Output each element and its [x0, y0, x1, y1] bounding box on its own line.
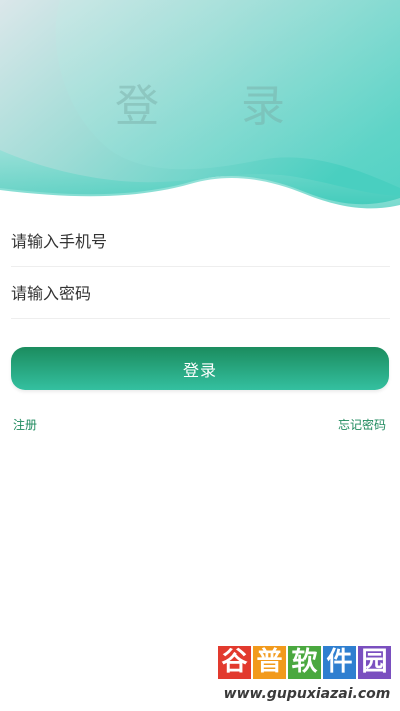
watermark-char: 谷 — [218, 646, 251, 679]
site-watermark: 谷 普 软 件 园 www.gupuxiazai.com — [218, 646, 396, 706]
header-banner: 登 录 — [0, 0, 400, 212]
watermark-char: 普 — [253, 646, 286, 679]
phone-input[interactable] — [11, 216, 390, 266]
phone-field[interactable] — [11, 216, 390, 267]
watermark-char: 园 — [358, 646, 391, 679]
watermark-char: 软 — [288, 646, 321, 679]
watermark-logo: 谷 普 软 件 园 — [218, 646, 396, 682]
password-field[interactable] — [11, 268, 390, 319]
login-button[interactable]: 登录 — [11, 347, 389, 390]
forgot-password-link[interactable]: 忘记密码 — [338, 416, 386, 433]
watermark-char: 件 — [323, 646, 356, 679]
register-link[interactable]: 注册 — [13, 416, 37, 433]
watermark-url: www.gupuxiazai.com — [223, 686, 391, 702]
page-title: 登 录 — [115, 81, 319, 132]
password-input[interactable] — [11, 268, 390, 318]
